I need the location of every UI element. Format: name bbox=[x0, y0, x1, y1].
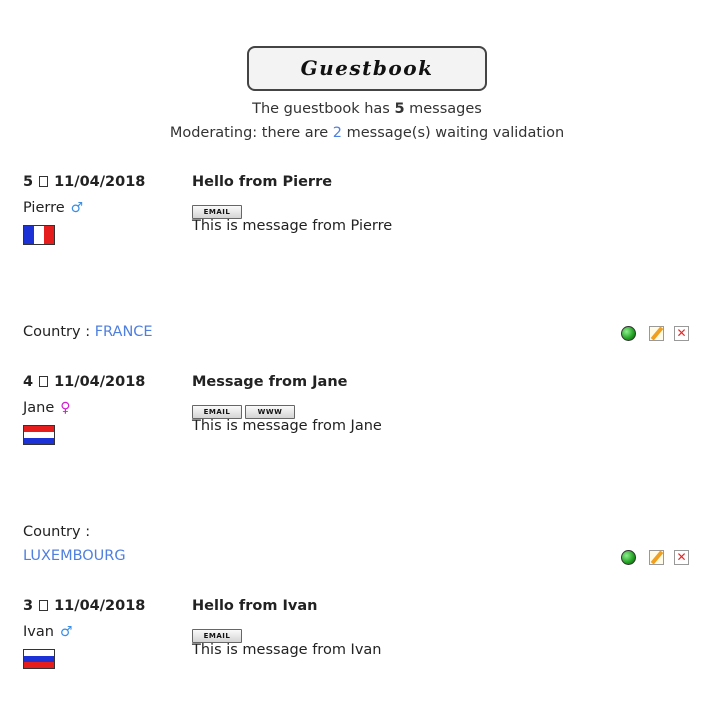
guestbook-title-button[interactable]: Guestbook bbox=[247, 46, 487, 91]
entry-date-line: 5 11/04/2018 bbox=[23, 172, 183, 192]
entry-message: This is message from Ivan bbox=[192, 642, 382, 658]
entry-country: Country : LUXEMBOURG bbox=[23, 524, 126, 564]
edit-icon[interactable] bbox=[649, 326, 664, 341]
entry-meta: 5 11/04/2018 Pierre ♂ bbox=[23, 172, 183, 245]
entry-author-line: Ivan ♂ bbox=[23, 623, 183, 641]
entry-subject: Hello from Pierre bbox=[192, 174, 333, 190]
author-name: Jane bbox=[23, 400, 55, 416]
entry-author-line: Pierre ♂ bbox=[23, 199, 183, 217]
moderation-actions: ✕ bbox=[621, 326, 691, 342]
entry-number: 3 bbox=[23, 598, 34, 614]
entry-author-line: Jane ♀ bbox=[23, 399, 183, 417]
pending-count-link[interactable]: 2 bbox=[333, 125, 342, 141]
france-flag-icon bbox=[23, 225, 55, 245]
entry-message: This is message from Pierre bbox=[192, 218, 393, 234]
entry-date: 11/04/2018 bbox=[54, 174, 146, 190]
guestbook-entry: 5 11/04/2018 Pierre ♂ Hello from Pierre EM… bbox=[23, 172, 691, 352]
delete-icon[interactable]: ✕ bbox=[674, 326, 689, 341]
entry-date-line: 4 11/04/2018 bbox=[23, 372, 183, 392]
entry-meta: 3 11/04/2018 Ivan ♂ bbox=[23, 596, 183, 669]
entry-number: 4 bbox=[23, 374, 34, 390]
male-icon: ♂ bbox=[59, 624, 73, 640]
entry-content: Hello from Ivan EMAIL This is message fr… bbox=[192, 596, 672, 660]
message-count: 5 bbox=[394, 101, 405, 117]
entry-number: 5 bbox=[23, 174, 34, 190]
entry-links: EMAIL bbox=[192, 624, 672, 643]
russia-flag-icon bbox=[23, 649, 55, 669]
guestbook-summary: The guestbook has 5 messages Moderating:… bbox=[0, 97, 705, 145]
entry-country: Country : FRANCE bbox=[23, 324, 153, 340]
guestbook-entry: 4 11/04/2018 Jane ♀ Message from Jane EMAI… bbox=[23, 372, 691, 572]
entry-date: 11/04/2018 bbox=[54, 374, 146, 390]
approve-icon[interactable] bbox=[621, 550, 636, 565]
entry-message: This is message from Jane bbox=[192, 418, 382, 434]
entry-date-line: 3 11/04/2018 bbox=[23, 596, 183, 616]
entry-meta: 4 11/04/2018 Jane ♀ bbox=[23, 372, 183, 445]
entry-subject: Hello from Ivan bbox=[192, 598, 318, 614]
delete-icon[interactable]: ✕ bbox=[674, 550, 689, 565]
author-name: Pierre bbox=[23, 200, 65, 216]
entry-content: Message from Jane EMAIL WWW This is messa… bbox=[192, 372, 672, 436]
luxembourg-flag-icon bbox=[23, 425, 55, 445]
document-icon bbox=[39, 176, 49, 187]
entry-links: EMAIL WWW bbox=[192, 400, 672, 419]
female-icon: ♀ bbox=[60, 400, 71, 416]
author-name: Ivan bbox=[23, 624, 54, 640]
entry-links: EMAIL bbox=[192, 200, 672, 219]
moderation-actions: ✕ bbox=[621, 550, 691, 566]
approve-icon[interactable] bbox=[621, 326, 636, 341]
country-link[interactable]: FRANCE bbox=[95, 324, 153, 340]
country-link[interactable]: LUXEMBOURG bbox=[23, 548, 126, 564]
entry-subject: Message from Jane bbox=[192, 374, 348, 390]
guestbook-header: Guestbook The guestbook has 5 messages M… bbox=[0, 46, 705, 145]
male-icon: ♂ bbox=[70, 200, 84, 216]
guestbook-entry: 3 11/04/2018 Ivan ♂ Hello from Ivan EMAIL … bbox=[23, 596, 691, 696]
entry-content: Hello from Pierre EMAIL This is message … bbox=[192, 172, 672, 236]
edit-icon[interactable] bbox=[649, 550, 664, 565]
document-icon bbox=[39, 600, 49, 611]
entry-date: 11/04/2018 bbox=[54, 598, 146, 614]
message-count-line: The guestbook has 5 messages bbox=[252, 101, 482, 117]
document-icon bbox=[39, 376, 49, 387]
moderation-line: Moderating: there are 2 message(s) waiti… bbox=[169, 125, 565, 141]
